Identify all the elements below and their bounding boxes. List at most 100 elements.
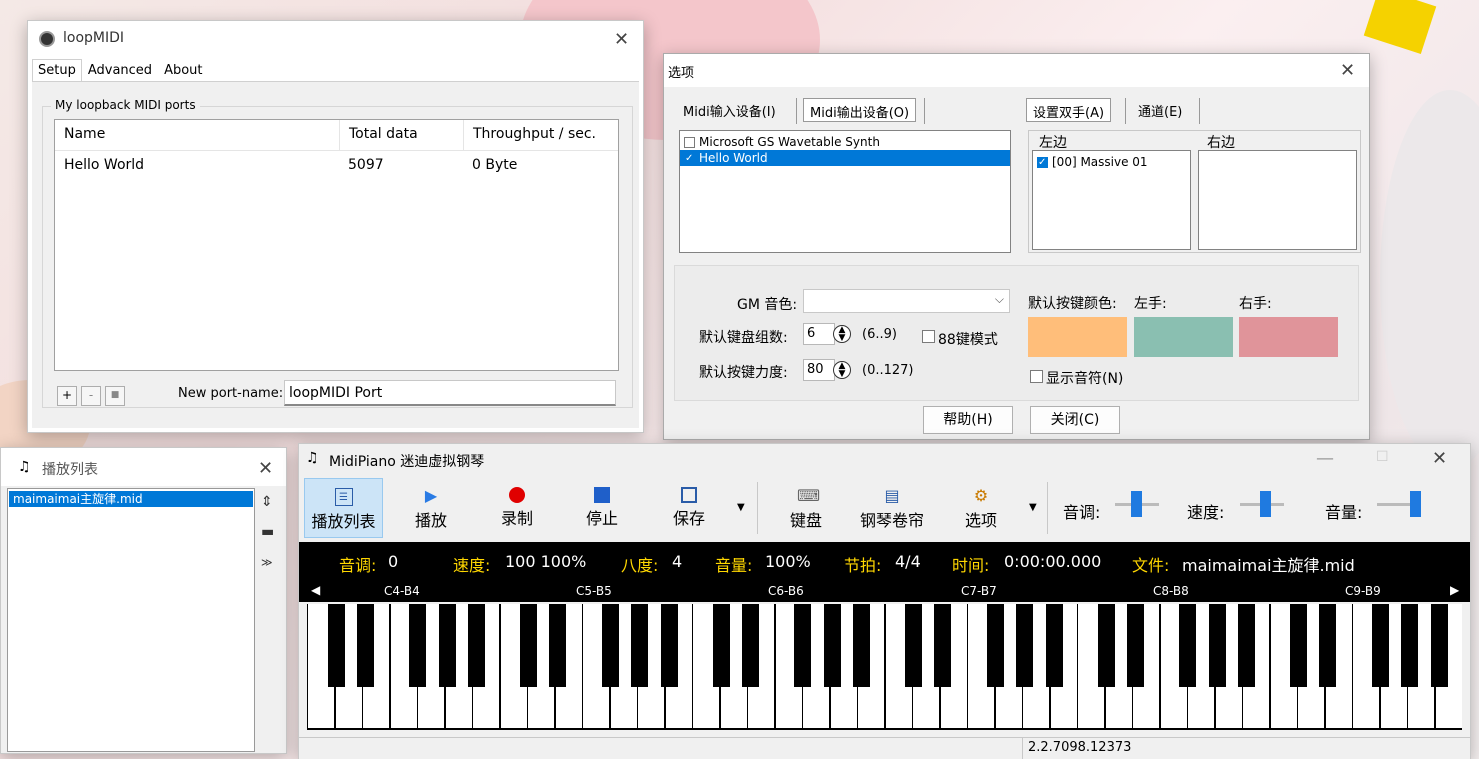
play-button[interactable]: ▶ 播放 [396,478,466,538]
black-key[interactable] [601,604,619,687]
column-header-name[interactable]: Name [55,120,339,150]
add-port-button[interactable]: + [57,386,77,406]
black-key[interactable] [1126,604,1144,687]
record-button[interactable]: 录制 [482,478,552,538]
table-row[interactable]: Hello World 5097 0 Byte [55,151,618,181]
playlist-list[interactable]: maimaimai主旋律.mid [7,488,255,752]
list-item[interactable]: Microsoft GS Wavetable Synth [680,134,1010,150]
black-key[interactable] [660,604,678,687]
left-hand-checkbox[interactable] [1037,155,1048,170]
close-icon[interactable]: ✕ [1340,62,1355,80]
tab-midi-output[interactable]: Midi输出设备(O) [803,98,917,122]
tab-advanced[interactable]: Advanced [82,59,158,81]
chevron-down-icon[interactable]: ▼ [1029,502,1037,513]
remove-file-icon[interactable]: ▬ [261,524,274,540]
add-file-icon[interactable]: ⇕ [261,494,273,510]
close-icon[interactable]: ✕ [1432,450,1447,468]
left-hand-item-label: [00] Massive 01 [1052,154,1148,169]
left-hand-list[interactable]: [00] Massive 01 [1032,150,1191,250]
black-key[interactable] [1097,604,1115,687]
shuffle-icon[interactable]: ≫ [261,556,273,569]
tab-channel[interactable]: 通道(E) [1132,98,1188,122]
right-hand-color-swatch[interactable] [1239,317,1338,357]
tab-about[interactable]: About [158,59,208,81]
status-octave-key: 八度: [621,556,659,575]
black-key[interactable] [741,604,759,687]
black-key[interactable] [1238,604,1256,687]
black-key[interactable] [1045,604,1063,687]
column-header-total[interactable]: Total data [339,120,463,150]
black-key[interactable] [1290,604,1308,687]
device-checkbox[interactable] [684,151,695,166]
new-port-input[interactable]: loopMIDI Port [284,380,616,406]
black-key[interactable] [356,604,374,687]
black-key[interactable] [986,604,1004,687]
tab-two-hands[interactable]: 设置双手(A) [1026,98,1112,122]
minimize-icon[interactable]: — [1316,450,1334,468]
gm-voice-label: GM 音色: [737,297,798,313]
black-key[interactable] [1430,604,1448,687]
remove-port-button[interactable]: - [81,386,101,406]
close-icon[interactable]: ✕ [258,460,273,478]
black-key[interactable] [409,604,427,687]
default-color-swatch[interactable] [1028,317,1127,357]
black-key[interactable] [712,604,730,687]
black-key[interactable] [1208,604,1226,687]
left-hand-color-swatch[interactable] [1134,317,1233,357]
slider-thumb[interactable] [1410,491,1421,517]
pitch-slider[interactable] [1115,484,1159,524]
speed-slider[interactable] [1240,484,1284,524]
black-key[interactable] [468,604,486,687]
stop-button[interactable]: 停止 [567,478,637,538]
list-item[interactable]: [00] Massive 01 [1033,154,1190,170]
slider-thumb[interactable] [1131,491,1142,517]
port-stop-button[interactable]: ■ [105,386,125,406]
black-key[interactable] [520,604,538,687]
spinner-icon[interactable]: ▲ ▼ [833,361,851,379]
device-checkbox[interactable] [684,136,695,148]
options-button[interactable]: ⚙ 选项 [946,478,1016,538]
maximize-icon[interactable]: ☐ [1376,450,1389,464]
gm-voice-select[interactable]: ⌵ [803,289,1010,313]
velocity-input[interactable]: 80 [803,359,835,381]
keyboard-button[interactable]: ⌨ 键盘 [771,478,841,538]
black-key[interactable] [438,604,456,687]
close-button[interactable]: 关闭(C) [1030,406,1120,434]
black-key[interactable] [794,604,812,687]
black-key[interactable] [549,604,567,687]
tab-midi-input[interactable]: Midi输入设备(I) [677,98,782,122]
spinner-icon[interactable]: ▲ ▼ [833,325,851,343]
playlist-button[interactable]: ☰ 播放列表 [304,478,383,538]
black-key[interactable] [1319,604,1337,687]
show-notes-checkbox[interactable] [1030,370,1043,383]
chevron-down-icon[interactable]: ▼ [737,502,745,513]
piano-roll-button[interactable]: ▤ 钢琴卷帘 [852,478,932,538]
black-key[interactable] [823,604,841,687]
volume-slider[interactable] [1377,484,1421,524]
piano-keyboard[interactable] [307,604,1462,730]
black-key[interactable] [1371,604,1389,687]
column-header-throughput[interactable]: Throughput / sec. [463,120,613,150]
black-key[interactable] [1401,604,1419,687]
ports-list[interactable]: Name Total data Throughput / sec. Hello … [54,119,619,371]
list-item[interactable]: maimaimai主旋律.mid [9,491,253,507]
save-button[interactable]: 保存 [654,478,724,538]
right-hand-list[interactable] [1198,150,1357,250]
mode88-checkbox[interactable] [922,330,935,343]
help-button[interactable]: 帮助(H) [923,406,1013,434]
scroll-left-icon[interactable]: ◀ [311,583,320,597]
black-key[interactable] [853,604,871,687]
tab-setup[interactable]: Setup [32,59,82,81]
black-key[interactable] [934,604,952,687]
black-key[interactable] [327,604,345,687]
output-device-list[interactable]: Microsoft GS Wavetable Synth Hello World [679,130,1011,253]
black-key[interactable] [631,604,649,687]
black-key[interactable] [1179,604,1197,687]
slider-thumb[interactable] [1260,491,1271,517]
list-item[interactable]: Hello World [680,150,1010,166]
keyboard-groups-input[interactable]: 6 [803,323,835,345]
scroll-right-icon[interactable]: ▶ [1450,583,1459,597]
close-icon[interactable]: ✕ [614,31,629,49]
black-key[interactable] [905,604,923,687]
black-key[interactable] [1016,604,1034,687]
